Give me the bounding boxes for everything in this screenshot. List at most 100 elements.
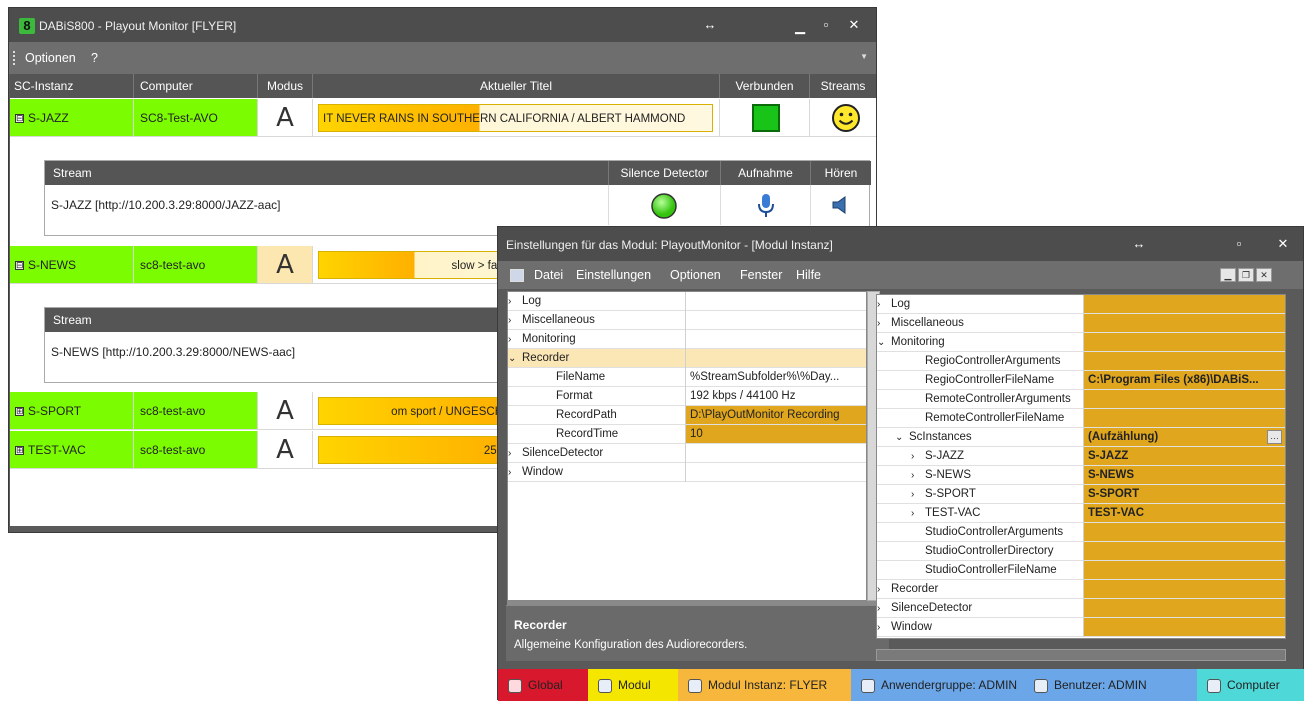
- property-row[interactable]: › SilenceDetector: [877, 599, 1285, 618]
- property-row[interactable]: › S-NEWS S-NEWS: [877, 466, 1285, 485]
- property-row[interactable]: › S-SPORT S-SPORT: [877, 485, 1285, 504]
- collapsed-chevron-icon[interactable]: ›: [508, 311, 522, 330]
- property-value[interactable]: [686, 292, 866, 311]
- collapsed-chevron-icon[interactable]: ›: [877, 599, 891, 618]
- collapsed-chevron-icon[interactable]: ›: [508, 444, 522, 463]
- resize-arrows-icon[interactable]: ↔: [1128, 234, 1150, 254]
- property-value[interactable]: [1084, 580, 1285, 599]
- collapsed-chevron-icon[interactable]: ›: [508, 330, 522, 349]
- property-value[interactable]: [1084, 409, 1285, 428]
- property-row[interactable]: › Miscellaneous: [508, 311, 866, 330]
- property-value[interactable]: [1084, 542, 1285, 561]
- status-anwendergruppe[interactable]: Anwendergruppe: ADMIN: [851, 669, 1024, 701]
- property-value[interactable]: [1084, 390, 1285, 409]
- property-row[interactable]: › Log: [877, 295, 1285, 314]
- property-value[interactable]: C:\Program Files (x86)\DABiS...: [1084, 371, 1285, 390]
- property-row[interactable]: › TEST-VAC TEST-VAC: [877, 504, 1285, 523]
- expanded-chevron-icon[interactable]: ⌄: [877, 333, 891, 352]
- property-value[interactable]: 10: [686, 425, 866, 444]
- property-value[interactable]: %StreamSubfolder%\%Day...: [686, 368, 866, 387]
- expanded-chevron-icon[interactable]: ⌄: [508, 349, 522, 368]
- collapsed-chevron-icon[interactable]: ›: [508, 463, 522, 482]
- property-row[interactable]: RecordTime 10: [508, 425, 866, 444]
- menu-overflow-icon[interactable]: ▼: [860, 52, 868, 61]
- property-value[interactable]: [1084, 561, 1285, 580]
- column-header-mode[interactable]: Modus: [258, 74, 313, 98]
- close-button[interactable]: ✕: [1272, 234, 1294, 254]
- column-header-title[interactable]: Aktueller Titel: [313, 74, 720, 98]
- property-value[interactable]: S-NEWS: [1084, 466, 1285, 485]
- collapsed-chevron-icon[interactable]: ›: [877, 580, 891, 599]
- property-row[interactable]: › Miscellaneous: [877, 314, 1285, 333]
- property-row[interactable]: StudioControllerDirectory: [877, 542, 1285, 561]
- property-value[interactable]: [1084, 523, 1285, 542]
- property-row[interactable]: RegioControllerArguments: [877, 352, 1285, 371]
- collapse-icon[interactable]: ⊟: [15, 261, 24, 271]
- collapsed-chevron-icon[interactable]: ›: [508, 292, 522, 311]
- smiley-icon[interactable]: [831, 103, 861, 133]
- expanded-chevron-icon[interactable]: ⌄: [895, 428, 909, 447]
- property-value[interactable]: [686, 444, 866, 463]
- column-header-connected[interactable]: Verbunden: [720, 74, 810, 98]
- property-row[interactable]: › Window: [508, 463, 866, 482]
- collapsed-chevron-icon[interactable]: ›: [877, 295, 891, 314]
- menu-einstellungen[interactable]: Einstellungen: [576, 268, 651, 282]
- property-value[interactable]: [686, 463, 866, 482]
- maximize-button[interactable]: ▫: [1228, 234, 1250, 254]
- property-row[interactable]: › Window: [877, 618, 1285, 637]
- menu-fenster[interactable]: Fenster: [740, 268, 782, 282]
- property-row[interactable]: StudioControllerFileName: [877, 561, 1285, 580]
- property-row[interactable]: › Log: [508, 292, 866, 311]
- title-bar[interactable]: Einstellungen für das Modul: PlayoutMoni…: [498, 227, 1303, 261]
- property-value[interactable]: S-JAZZ: [1084, 447, 1285, 466]
- expand-icon[interactable]: ⊞: [15, 446, 24, 456]
- property-row[interactable]: ⌄ ScInstances (Aufzählung): [877, 428, 1285, 447]
- microphone-icon[interactable]: [756, 193, 776, 219]
- status-computer[interactable]: Computer: [1197, 669, 1304, 701]
- minimize-button[interactable]: ▁: [789, 17, 811, 37]
- property-value[interactable]: [1084, 295, 1285, 314]
- collapsed-chevron-icon[interactable]: ›: [911, 504, 925, 523]
- title-bar[interactable]: 8 DABiS800 - Playout Monitor [FLYER] ↔ ▁…: [9, 8, 876, 42]
- property-value[interactable]: (Aufzählung): [1084, 428, 1285, 447]
- speaker-icon[interactable]: [831, 195, 851, 215]
- resize-arrows-icon[interactable]: ↔: [699, 15, 721, 35]
- stream-url[interactable]: S-JAZZ [http://10.200.3.29:8000/JAZZ-aac…: [45, 185, 609, 225]
- menu-help[interactable]: ?: [91, 51, 98, 65]
- mdi-close-button[interactable]: ✕: [1256, 268, 1272, 282]
- property-row[interactable]: › S-JAZZ S-JAZZ: [877, 447, 1285, 466]
- property-value[interactable]: TEST-VAC: [1084, 504, 1285, 523]
- status-modul-instanz[interactable]: Modul Instanz: FLYER: [678, 669, 851, 701]
- menu-optionen[interactable]: Optionen: [25, 51, 76, 65]
- status-global[interactable]: Global: [498, 669, 588, 701]
- ellipsis-button[interactable]: …: [1267, 430, 1282, 444]
- property-row[interactable]: FileName %StreamSubfolder%\%Day...: [508, 368, 866, 387]
- collapsed-chevron-icon[interactable]: ›: [911, 485, 925, 504]
- property-row[interactable]: ⌄ Monitoring: [877, 333, 1285, 352]
- property-value[interactable]: [1084, 352, 1285, 371]
- property-value[interactable]: [1084, 618, 1285, 637]
- property-row[interactable]: RemoteControllerArguments: [877, 390, 1285, 409]
- property-row[interactable]: › SilenceDetector: [508, 444, 866, 463]
- status-modul[interactable]: Modul: [588, 669, 678, 701]
- collapsed-chevron-icon[interactable]: ›: [911, 447, 925, 466]
- column-header-instance[interactable]: SC-Instanz: [10, 74, 134, 98]
- menu-optionen[interactable]: Optionen: [670, 268, 721, 282]
- property-value[interactable]: 192 kbps / 44100 Hz: [686, 387, 866, 406]
- property-value[interactable]: [1084, 599, 1285, 618]
- property-row[interactable]: RecordPath D:\PlayOutMonitor Recording: [508, 406, 866, 425]
- property-row[interactable]: RemoteControllerFileName: [877, 409, 1285, 428]
- collapsed-chevron-icon[interactable]: ›: [877, 314, 891, 333]
- collapsed-chevron-icon[interactable]: ›: [911, 466, 925, 485]
- horizontal-scrollbar[interactable]: [876, 649, 1286, 661]
- property-row[interactable]: Format 192 kbps / 44100 Hz: [508, 387, 866, 406]
- property-value[interactable]: [1084, 314, 1285, 333]
- mdi-minimize-button[interactable]: ▁: [1220, 268, 1236, 282]
- menu-hilfe[interactable]: Hilfe: [796, 268, 821, 282]
- close-button[interactable]: ✕: [843, 15, 865, 35]
- menu-datei[interactable]: Datei: [534, 268, 563, 282]
- property-row[interactable]: › Monitoring: [508, 330, 866, 349]
- property-value[interactable]: [686, 349, 866, 368]
- mdi-restore-button[interactable]: ❐: [1238, 268, 1254, 282]
- expand-icon[interactable]: ⊞: [15, 407, 24, 417]
